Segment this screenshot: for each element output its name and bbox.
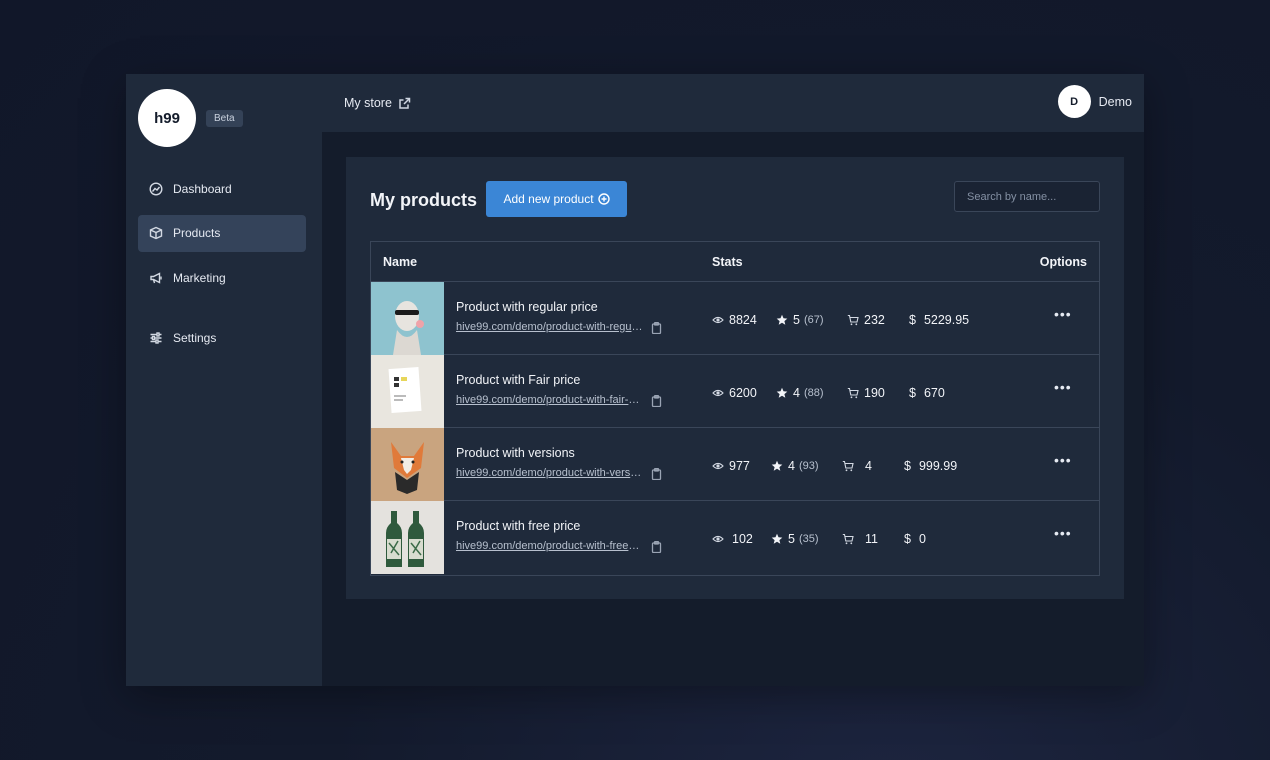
column-header-name: Name	[383, 255, 418, 269]
dollar-icon: $	[909, 313, 916, 327]
product-link[interactable]: hive99.com/demo/product-with-free-price	[456, 540, 643, 552]
dollar-icon: $	[904, 459, 911, 473]
views-stat: 6200	[712, 386, 757, 400]
revenue-stat: $ 999.99	[904, 459, 958, 473]
product-name: Product with versions	[456, 446, 575, 460]
table-row: Product with regular price hive99.com/de…	[371, 282, 1099, 355]
beta-badge: Beta	[206, 110, 243, 127]
topbar: My store D Demo	[322, 74, 1144, 132]
column-header-stats: Stats	[712, 255, 743, 269]
sidebar-item-label: Settings	[173, 330, 217, 345]
sidebar-item-label: Marketing	[173, 270, 226, 285]
table-header: Name Stats Options	[371, 242, 1099, 282]
sales-stat: 232	[847, 313, 885, 327]
views-stat: 102	[712, 532, 753, 546]
eye-icon	[712, 389, 724, 397]
cart-icon	[842, 460, 854, 472]
options-button[interactable]: •••	[1054, 306, 1072, 322]
cart-icon	[847, 314, 859, 326]
rating-stat: 5 (35)	[771, 532, 819, 546]
sales-stat: 11	[842, 532, 878, 546]
options-button[interactable]: •••	[1054, 379, 1072, 395]
clipboard-icon[interactable]	[651, 467, 662, 481]
rating-stat: 5 (67)	[776, 313, 824, 327]
product-link[interactable]: hive99.com/demo/product-with-versions	[456, 467, 643, 479]
avatar: D	[1057, 85, 1091, 118]
cart-icon	[847, 387, 859, 399]
logo[interactable]: h99	[138, 89, 196, 147]
search-input[interactable]	[954, 181, 1100, 212]
eye-icon	[712, 462, 724, 470]
user-name: Demo	[1098, 94, 1132, 109]
sales-stat: 190	[847, 386, 885, 400]
dollar-icon: $	[904, 532, 911, 546]
sidebar-nav: Dashboard Products Marketing Settings	[138, 170, 306, 364]
sliders-icon	[149, 331, 163, 345]
add-product-label: Add new product	[503, 192, 594, 206]
revenue-stat: $ 0	[904, 532, 926, 546]
eye-icon	[712, 316, 724, 324]
sidebar-item-settings[interactable]: Settings	[138, 319, 306, 356]
my-store-link[interactable]: My store	[344, 96, 411, 110]
products-table: Name Stats Options Product with regular …	[370, 241, 1100, 576]
sidebar-item-dashboard[interactable]: Dashboard	[138, 170, 306, 207]
table-row: Product with free price hive99.com/demo/…	[371, 501, 1099, 574]
clipboard-icon[interactable]	[651, 394, 662, 408]
sidebar-item-products[interactable]: Products	[138, 214, 306, 252]
megaphone-icon	[149, 271, 163, 285]
clipboard-icon[interactable]	[651, 540, 662, 554]
sidebar-item-label: Dashboard	[173, 181, 232, 196]
product-link[interactable]: hive99.com/demo/product-with-fair-price	[456, 394, 643, 406]
add-product-button[interactable]: Add new product	[486, 181, 627, 217]
products-panel: My products Add new product Name Stats O…	[346, 157, 1124, 599]
page-title: My products	[370, 190, 478, 210]
table-row: Product with versions hive99.com/demo/pr…	[371, 428, 1099, 501]
views-stat: 8824	[712, 313, 757, 327]
box-icon	[149, 226, 163, 240]
cart-icon	[842, 533, 854, 545]
column-header-options: Options	[1039, 255, 1087, 269]
dashboard-icon	[149, 181, 163, 196]
dollar-icon: $	[909, 386, 916, 400]
views-stat: 977	[712, 459, 750, 473]
plus-circle-icon	[597, 193, 610, 205]
clipboard-icon[interactable]	[651, 321, 662, 335]
product-name: Product with free price	[456, 519, 581, 533]
rating-stat: 4 (88)	[776, 386, 824, 400]
my-store-label: My store	[344, 96, 392, 110]
revenue-stat: $ 670	[909, 386, 945, 400]
sidebar: h99 Beta Dashboard Products Marketing Se…	[126, 74, 322, 686]
options-button[interactable]: •••	[1054, 452, 1072, 468]
app-window: h99 Beta Dashboard Products Marketing Se…	[126, 74, 1144, 686]
star-icon	[771, 533, 783, 544]
sales-stat: 4	[842, 459, 872, 473]
product-thumbnail[interactable]	[371, 355, 444, 428]
product-name: Product with regular price	[456, 300, 598, 314]
product-name: Product with Fair price	[456, 373, 581, 387]
external-link-icon	[399, 97, 411, 109]
revenue-stat: $ 5229.95	[909, 313, 970, 327]
sidebar-item-marketing[interactable]: Marketing	[138, 259, 306, 296]
product-thumbnail[interactable]	[371, 282, 444, 355]
main-area: My store D Demo My products Add new prod…	[322, 74, 1144, 686]
product-link[interactable]: hive99.com/demo/product-with-regular-pri…	[456, 321, 643, 333]
product-thumbnail[interactable]	[371, 501, 444, 574]
star-icon	[776, 387, 788, 398]
rating-stat: 4 (93)	[771, 459, 819, 473]
star-icon	[771, 460, 783, 471]
star-icon	[776, 314, 788, 325]
user-menu[interactable]: D Demo	[1057, 85, 1132, 118]
product-thumbnail[interactable]	[371, 428, 444, 501]
options-button[interactable]: •••	[1054, 525, 1072, 541]
eye-icon	[712, 535, 724, 543]
table-row: Product with Fair price hive99.com/demo/…	[371, 355, 1099, 428]
sidebar-item-label: Products	[173, 226, 221, 240]
